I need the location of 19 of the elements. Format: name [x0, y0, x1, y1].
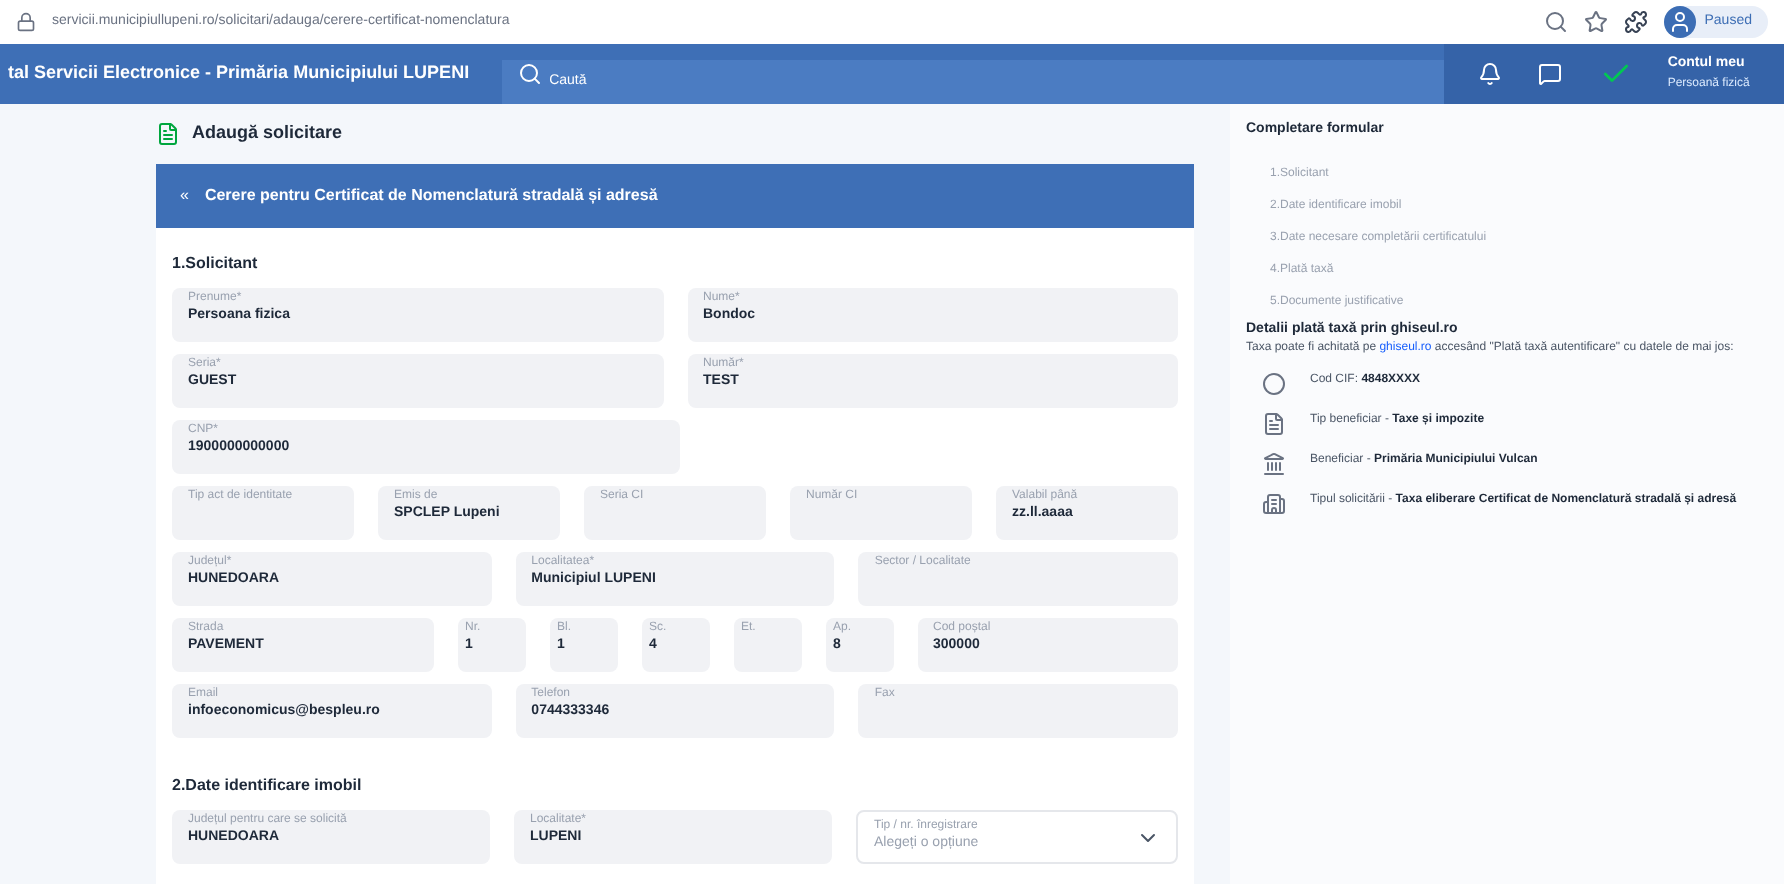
bell-icon[interactable]: [1478, 62, 1503, 86]
section-title: 2.Date identificare imobil: [172, 774, 364, 798]
document-icon: [1262, 412, 1286, 437]
star-icon[interactable]: [1584, 10, 1609, 34]
form-title: Cerere pentru Certificat de Nomenclatură stradală și adresă: [204, 184, 658, 208]
lock-icon: [16, 12, 36, 32]
avatar-icon: [1664, 6, 1697, 38]
circle-icon: [1262, 372, 1286, 397]
back-link[interactable]: «: [180, 184, 189, 208]
document-icon: [156, 122, 180, 146]
chat-icon[interactable]: [1538, 62, 1563, 86]
site-title: tal Servicii Electronice - Primăria Municipiului LUPENI: [6, 60, 470, 87]
search-icon[interactable]: [1544, 10, 1569, 34]
building-icon: [1262, 492, 1286, 517]
section-title: 1.Solicitant: [172, 252, 260, 276]
landmark-icon: [1262, 452, 1286, 477]
search-icon: [517, 62, 542, 86]
puzzle-icon[interactable]: [1624, 10, 1649, 34]
page-title: Adaugă solicitare: [192, 120, 343, 147]
